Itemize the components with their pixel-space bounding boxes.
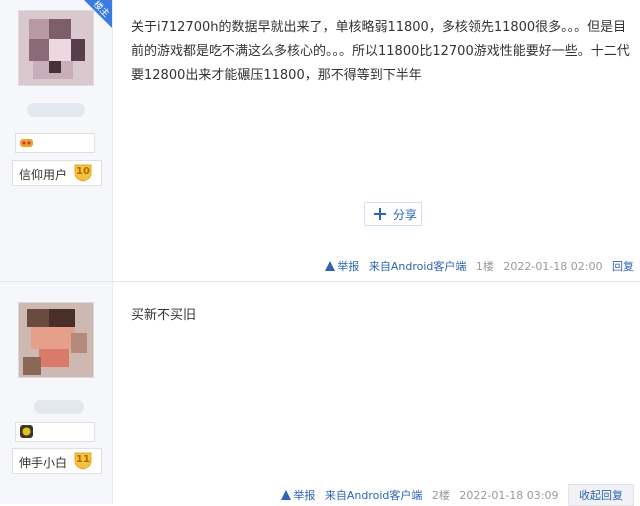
rank-box[interactable]: 信仰用户 10 bbox=[12, 160, 102, 186]
medal-box bbox=[15, 133, 95, 153]
star-medal-icon[interactable] bbox=[20, 425, 33, 438]
medal-box bbox=[15, 422, 95, 442]
avatar[interactable] bbox=[18, 302, 94, 378]
share-button[interactable]: 分享 bbox=[364, 202, 422, 226]
gamepad-medal-icon[interactable] bbox=[20, 136, 33, 149]
heart-shield-icon: 11 bbox=[73, 451, 93, 470]
post-floor-1: 楼主 信仰用户 10 关于i712700h的数据早就出来了，单核略弱11800，… bbox=[0, 0, 640, 282]
post-content: 买新不买旧 bbox=[131, 308, 197, 323]
floor-number: 2楼 bbox=[431, 489, 450, 502]
plus-share-icon bbox=[374, 208, 386, 220]
post-tail: 举报 来自Android客户端 2楼 2022-01-18 03:09 收起回复 bbox=[281, 484, 634, 506]
post-time: 2022-01-18 03:09 bbox=[459, 489, 559, 502]
collapse-reply-button[interactable]: 收起回复 bbox=[568, 484, 634, 506]
post-time: 2022-01-18 02:00 bbox=[503, 260, 603, 273]
rank-box[interactable]: 伸手小白 11 bbox=[12, 448, 102, 474]
share-label: 分享 bbox=[393, 208, 418, 222]
warning-icon bbox=[325, 261, 336, 271]
report-label: 举报 bbox=[293, 489, 316, 502]
author-sidebar: 伸手小白 11 bbox=[0, 282, 113, 504]
reply-button[interactable]: 回复 bbox=[612, 260, 634, 273]
heart-shield-icon: 10 bbox=[73, 163, 93, 182]
report-link[interactable]: 举报 bbox=[325, 260, 363, 273]
rank-label: 伸手小白 bbox=[19, 456, 68, 470]
username[interactable] bbox=[27, 103, 85, 117]
report-link[interactable]: 举报 bbox=[281, 489, 319, 502]
client-link[interactable]: 来自Android客户端 bbox=[325, 489, 423, 502]
report-label: 举报 bbox=[337, 260, 360, 273]
author-sidebar: 楼主 信仰用户 10 bbox=[0, 0, 113, 282]
post-tail: 举报 来自Android客户端 1楼 2022-01-18 02:00 回复 bbox=[325, 258, 634, 274]
avatar[interactable] bbox=[18, 10, 94, 86]
rank-label: 信仰用户 bbox=[19, 168, 68, 182]
post-content: 关于i712700h的数据早就出来了，单核略弱11800，多核领先11800很多… bbox=[131, 20, 630, 83]
rank-level-number: 10 bbox=[76, 166, 90, 177]
rank-level-number: 11 bbox=[76, 454, 90, 465]
client-link[interactable]: 来自Android客户端 bbox=[369, 260, 467, 273]
floor-number: 1楼 bbox=[475, 260, 494, 273]
username[interactable] bbox=[34, 400, 84, 414]
warning-icon bbox=[281, 490, 292, 500]
post-floor-2: 伸手小白 11 买新不买旧 举报 来自Android客户端 2楼 2022-01… bbox=[0, 282, 640, 506]
